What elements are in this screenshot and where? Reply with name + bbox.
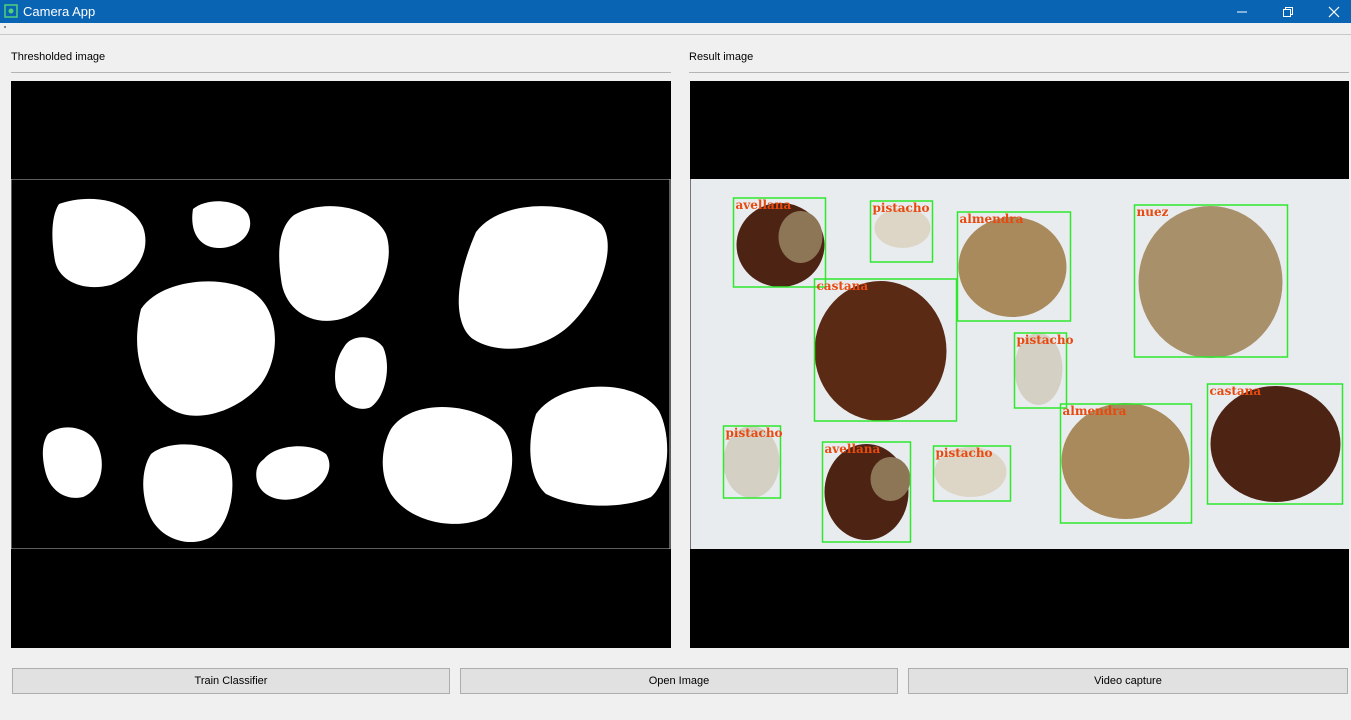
result-image-view: avellana pistacho almendra nuez castana … bbox=[690, 81, 1350, 648]
close-button[interactable] bbox=[1311, 0, 1351, 23]
restore-icon bbox=[1283, 6, 1293, 17]
detection-label: castana bbox=[817, 279, 869, 293]
detection-label: almendra bbox=[1063, 404, 1127, 418]
detection-label: pistacho bbox=[726, 426, 783, 440]
detection-label: pistacho bbox=[936, 446, 993, 460]
result-image-label: Result image bbox=[689, 51, 754, 63]
menubar-divider bbox=[0, 34, 1351, 35]
detection-label: pistacho bbox=[873, 201, 930, 215]
video-capture-button[interactable]: Video capture bbox=[908, 668, 1348, 694]
detection-label: avellana bbox=[736, 198, 792, 212]
thresholded-image-label: Thresholded image bbox=[11, 51, 106, 63]
train-classifier-button[interactable]: Train Classifier bbox=[12, 668, 450, 694]
right-panel-divider bbox=[689, 72, 1349, 73]
detection-label: almendra bbox=[960, 212, 1024, 226]
window-titlebar: Camera App bbox=[0, 0, 1351, 23]
minimize-icon bbox=[1237, 11, 1247, 12]
close-icon bbox=[1328, 6, 1340, 17]
detection-label: pistacho bbox=[1017, 333, 1074, 347]
camera-app-icon bbox=[4, 4, 18, 18]
detection-label: avellana bbox=[825, 442, 881, 456]
open-image-button[interactable]: Open Image bbox=[460, 668, 898, 694]
restore-button[interactable] bbox=[1265, 0, 1311, 23]
result-image: avellana pistacho almendra nuez castana … bbox=[690, 179, 1350, 549]
detection-label: nuez bbox=[1137, 205, 1169, 219]
window-title: Camera App bbox=[23, 4, 96, 19]
menu-dot bbox=[4, 26, 6, 28]
left-panel-divider bbox=[11, 72, 671, 73]
detection-label: castana bbox=[1210, 384, 1262, 398]
thresholded-image-view bbox=[11, 81, 671, 648]
minimize-button[interactable] bbox=[1219, 0, 1265, 23]
thresholded-image bbox=[11, 179, 671, 549]
